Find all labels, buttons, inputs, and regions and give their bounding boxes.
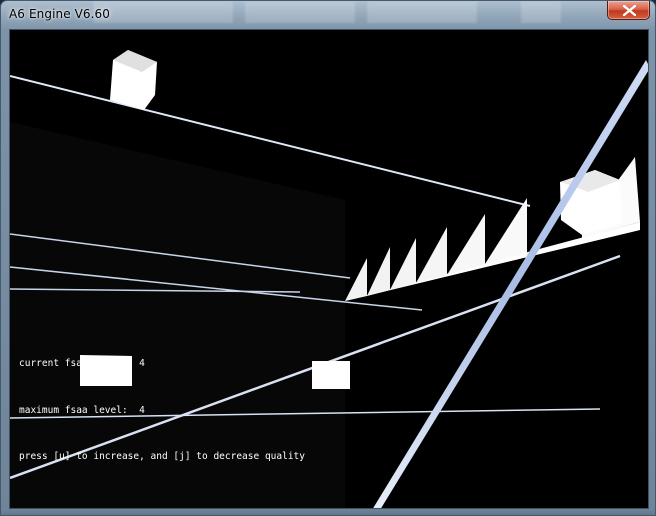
close-button[interactable] <box>607 1 650 20</box>
overlay-line-maximum-fsaa: maximum fsaa level: 4 <box>19 404 145 416</box>
cube-middle <box>312 361 350 389</box>
sawtooth-spike <box>416 227 447 283</box>
sawtooth-spike <box>485 198 527 264</box>
overlay-line-instructions: press [u] to increase, and [j] to decrea… <box>19 451 305 462</box>
close-icon <box>623 5 636 16</box>
sawtooth-spike <box>390 238 416 290</box>
window-title: A6 Engine V6.60 <box>9 7 111 21</box>
window-bottom-border <box>1 509 655 515</box>
render-viewport[interactable]: current fsaa level: 4 maximum fsaa level… <box>9 29 649 509</box>
overlay-line-current-fsaa: current fsaa level: 4 <box>19 358 145 369</box>
sawtooth-spike <box>367 247 390 296</box>
sawtooth-spike <box>345 258 367 301</box>
fsaa-overlay: current fsaa level: 4 maximum fsaa level… <box>19 325 305 496</box>
app-window: A6 Engine V6.60 current fsaa level: 4 ma… <box>0 0 656 516</box>
title-bar[interactable]: A6 Engine V6.60 <box>1 1 655 29</box>
